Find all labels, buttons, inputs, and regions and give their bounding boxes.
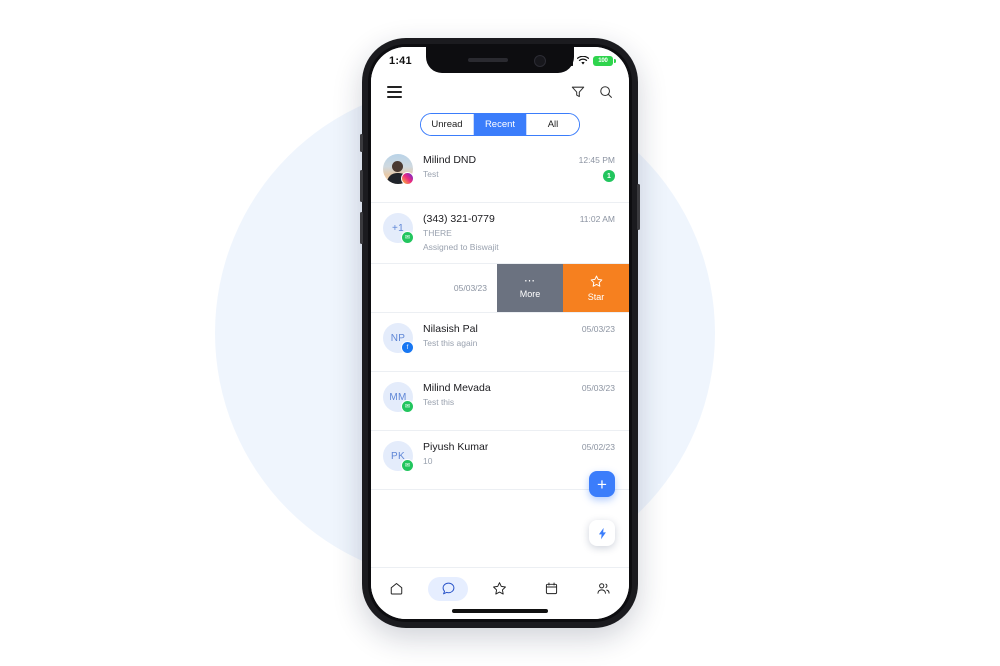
search-icon[interactable] <box>599 85 613 99</box>
ellipsis-icon: ⋯ <box>524 275 536 287</box>
timestamp: 11:02 AM <box>579 214 615 224</box>
segmented-control: Unread Recent All <box>420 113 580 136</box>
swipe-action-more-label: More <box>519 289 541 299</box>
app-header <box>371 75 629 109</box>
list-item-bottom: Test 1 <box>423 167 615 182</box>
swipe-action-star[interactable]: Star <box>563 264 629 312</box>
sms-icon: ✉ <box>401 400 414 413</box>
message-snippet: Test <box>423 169 439 179</box>
battery-level-label: 100 <box>598 58 608 64</box>
swipe-action-bar: ⋯ More Star <box>497 264 629 312</box>
list-item-body: Milind Mevada 05/03/23 Test this <box>423 381 615 409</box>
phone-mockup: 1:41 100 Unread Recent All Milind DND 12… <box>360 38 640 628</box>
chat-icon <box>442 582 455 595</box>
wifi-icon <box>577 56 589 65</box>
sms-icon: ✉ <box>401 459 414 472</box>
list-item-swiped[interactable]: 05/03/23 ⋯ More Star <box>371 264 629 313</box>
phone-screen: 1:41 100 Unread Recent All Milind DND 12… <box>371 47 629 619</box>
volume-down-button[interactable] <box>360 212 363 244</box>
unread-badge: 1 <box>603 170 615 182</box>
swipe-action-more[interactable]: ⋯ More <box>497 264 563 312</box>
contacts-icon <box>597 583 610 594</box>
swipe-action-star-label: Star <box>587 291 605 302</box>
earpiece-speaker <box>468 58 508 62</box>
message-snippet: Test this again <box>423 338 478 348</box>
silent-switch[interactable] <box>360 134 363 152</box>
message-snippet: THERE <box>423 228 452 238</box>
star-icon <box>493 582 507 595</box>
tab-all[interactable]: All <box>527 114 579 135</box>
sms-icon: ✉ <box>401 231 414 244</box>
list-item-body: Piyush Kumar 05/02/23 10 <box>423 440 615 468</box>
timestamp: 05/02/23 <box>581 442 615 452</box>
list-item[interactable]: +1 ✉ (343) 321-0779 11:02 AM THERE Assig… <box>371 203 629 264</box>
tab-unread[interactable]: Unread <box>421 114 474 135</box>
contact-name: Nilasish Pal <box>423 323 478 335</box>
list-item[interactable]: Milind DND 12:45 PM Test 1 <box>371 144 629 203</box>
power-button[interactable] <box>637 184 640 230</box>
message-snippet: Test this <box>423 397 455 407</box>
list-item-body: (343) 321-0779 11:02 AM THERE Assigned t… <box>423 212 615 254</box>
quick-action-fab[interactable] <box>589 520 615 546</box>
home-indicator <box>452 609 548 613</box>
avatar: MM ✉ <box>383 382 414 413</box>
nav-calendar[interactable] <box>532 577 572 601</box>
facebook-icon: f <box>401 341 414 354</box>
timestamp: 05/03/23 <box>581 324 615 334</box>
timestamp: 12:45 PM <box>578 155 615 165</box>
list-item-top: Milind Mevada 05/03/23 <box>423 381 615 395</box>
hamburger-menu-icon[interactable] <box>387 86 402 98</box>
message-snippet: 10 <box>423 456 433 466</box>
avatar: NP f <box>383 323 414 354</box>
home-icon <box>391 583 403 595</box>
list-item-top: Milind DND 12:45 PM <box>423 153 615 167</box>
list-item[interactable]: MM ✉ Milind Mevada 05/03/23 Test this <box>371 372 629 431</box>
plus-icon: + <box>597 474 607 494</box>
instagram-icon <box>401 172 414 185</box>
list-item-body: Nilasish Pal 05/03/23 Test this again <box>423 322 615 350</box>
contact-name: (343) 321-0779 <box>423 213 495 225</box>
tab-recent[interactable]: Recent <box>474 114 527 135</box>
status-bar-time: 1:41 <box>389 55 412 67</box>
filter-tabs: Unread Recent All <box>371 109 629 144</box>
contact-name: Piyush Kumar <box>423 441 489 453</box>
avatar: PK ✉ <box>383 441 414 472</box>
add-conversation-fab[interactable]: + <box>589 471 615 497</box>
screenshot-stage: 1:41 100 Unread Recent All Milind DND 12… <box>0 0 1000 666</box>
avatar <box>383 154 414 185</box>
contact-name: Milind DND <box>423 154 477 166</box>
list-item-top: (343) 321-0779 11:02 AM <box>423 212 615 226</box>
nav-chat[interactable] <box>428 576 469 601</box>
volume-up-button[interactable] <box>360 170 363 202</box>
list-item-top: Piyush Kumar 05/02/23 <box>423 440 615 454</box>
timestamp: 05/03/23 <box>581 383 615 393</box>
nav-starred[interactable] <box>480 577 520 601</box>
avatar: +1 ✉ <box>383 213 414 244</box>
front-camera-icon <box>534 55 546 67</box>
list-item-top: Nilasish Pal 05/03/23 <box>423 322 615 336</box>
nav-contacts[interactable] <box>583 577 623 601</box>
nav-home[interactable] <box>377 577 417 601</box>
notch <box>426 47 574 73</box>
filter-icon[interactable] <box>571 85 585 99</box>
battery-icon: 100 <box>593 56 616 66</box>
assigned-to-label: Assigned to Biswajit <box>423 242 499 252</box>
timestamp: 05/03/23 <box>453 283 487 293</box>
star-icon <box>590 275 602 287</box>
phone-bezel: 1:41 100 Unread Recent All Milind DND 12… <box>368 44 632 622</box>
list-item-body: Milind DND 12:45 PM Test 1 <box>423 153 615 182</box>
lightning-bolt-icon <box>598 527 606 539</box>
app-header-actions <box>571 85 613 99</box>
conversation-list[interactable]: Milind DND 12:45 PM Test 1 +1 ✉ (343) 32… <box>371 144 629 496</box>
contact-name: Milind Mevada <box>423 382 491 394</box>
list-item[interactable]: NP f Nilasish Pal 05/03/23 Test this aga… <box>371 313 629 372</box>
calendar-icon <box>545 582 558 595</box>
